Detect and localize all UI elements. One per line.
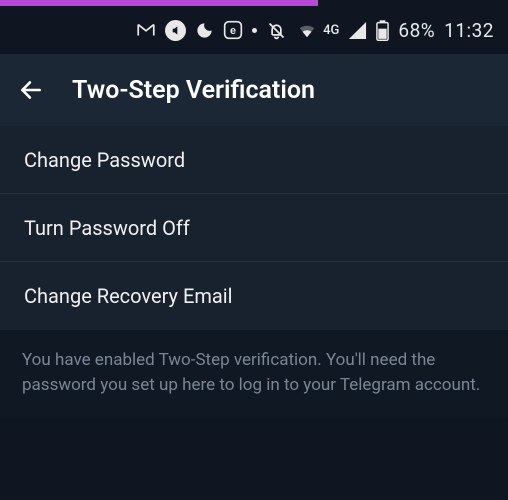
moon-icon — [195, 21, 214, 40]
square-e-icon: e — [223, 20, 243, 40]
change-recovery-email-item[interactable]: Change Recovery Email — [0, 262, 508, 330]
network-label: 4G — [323, 23, 339, 38]
back-button[interactable] — [18, 77, 44, 103]
signal-icon — [348, 21, 367, 40]
bell-off-icon — [266, 20, 287, 41]
sound-icon — [165, 20, 186, 41]
settings-list: Change Password Turn Password Off Change… — [0, 126, 508, 330]
battery-icon — [376, 20, 389, 41]
clock-time: 11:32 — [444, 19, 494, 42]
arrow-left-icon — [18, 77, 44, 103]
change-password-item[interactable]: Change Password — [0, 126, 508, 194]
wifi-icon — [296, 21, 318, 39]
list-item-label: Change Password — [24, 148, 185, 172]
status-bar: e 4G 68% 11:32 — [0, 6, 508, 54]
dot-icon — [252, 28, 257, 33]
battery-pct: 68% — [398, 19, 435, 42]
list-item-label: Change Recovery Email — [24, 284, 232, 308]
header-bar: Two-Step Verification — [0, 54, 508, 126]
turn-password-off-item[interactable]: Turn Password Off — [0, 194, 508, 262]
footer-description: You have enabled Two-Step verification. … — [0, 330, 508, 419]
gmail-icon — [136, 23, 156, 37]
list-item-label: Turn Password Off — [24, 216, 190, 240]
page-title: Two-Step Verification — [72, 76, 315, 105]
svg-text:e: e — [230, 25, 236, 37]
